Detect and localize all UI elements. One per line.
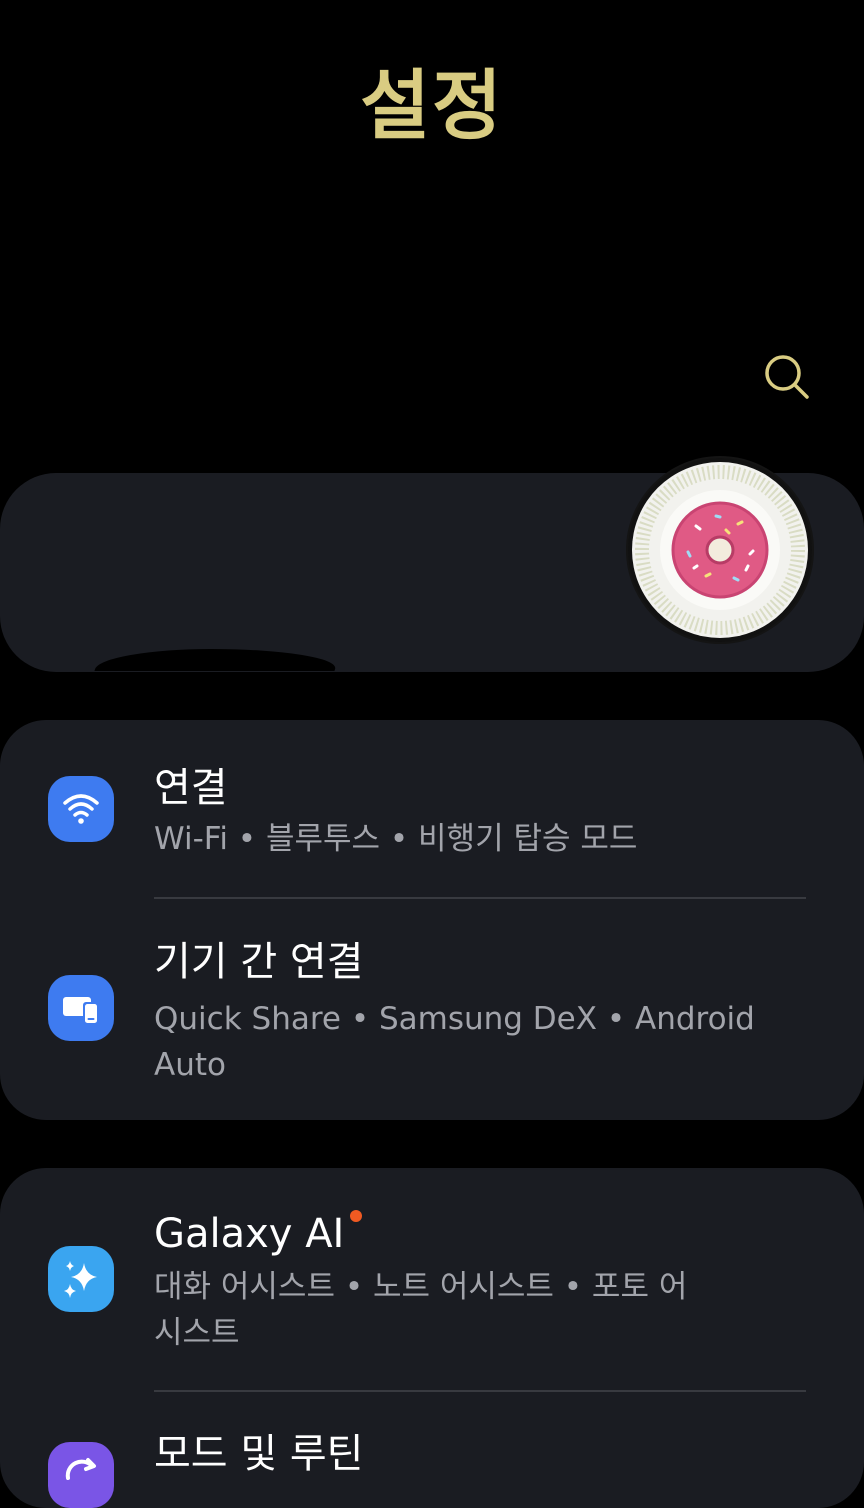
page-title: 설정 — [360, 61, 504, 150]
modes-routines-title: 모드 및 루틴 — [154, 1431, 364, 1477]
search-button[interactable] — [756, 346, 818, 408]
search-icon — [765, 355, 809, 399]
settings-item-galaxy-ai[interactable]: Galaxy AI 대화 어시스트 • 노트 어시스트 • 포토 어시스트 — [0, 1206, 864, 1386]
galaxy-ai-title-row: Galaxy AI — [154, 1210, 363, 1258]
wifi-icon — [48, 776, 114, 842]
new-badge — [350, 1210, 363, 1222]
routine-icon — [48, 1442, 114, 1508]
devices-icon — [48, 975, 114, 1041]
connections-subtitle: Wi-Fi • 블루투스 • 비행기 탑승 모드 — [154, 821, 638, 857]
redacted-account-name — [94, 649, 342, 671]
galaxy-ai-subtitle: 대화 어시스트 • 노트 어시스트 • 포토 어시스트 — [154, 1269, 688, 1351]
connections-title: 연결 — [154, 765, 228, 811]
settings-item-device-connections[interactable]: 기기 간 연결 Quick Share • Samsung DeX • Andr… — [0, 920, 864, 1090]
divider — [154, 897, 806, 899]
settings-item-modes-routines[interactable]: 모드 및 루틴 — [0, 1408, 864, 1508]
donut-avatar — [628, 458, 812, 642]
connections-group-card: 연결 Wi-Fi • 블루투스 • 비행기 탑승 모드 기기 간 연결 Quic… — [0, 720, 864, 1120]
divider — [154, 1390, 806, 1392]
sparkle-icon — [48, 1246, 114, 1312]
device-connections-title: 기기 간 연결 — [154, 939, 364, 985]
settings-item-connections[interactable]: 연결 Wi-Fi • 블루투스 • 비행기 탑승 모드 — [0, 760, 864, 900]
device-connections-subtitle: Quick Share • Samsung DeX • Android Auto — [154, 1001, 755, 1083]
features-group-card: Galaxy AI 대화 어시스트 • 노트 어시스트 • 포토 어시스트 모드… — [0, 1168, 864, 1508]
avatar[interactable] — [626, 456, 814, 644]
galaxy-ai-title: Galaxy AI — [154, 1211, 345, 1257]
